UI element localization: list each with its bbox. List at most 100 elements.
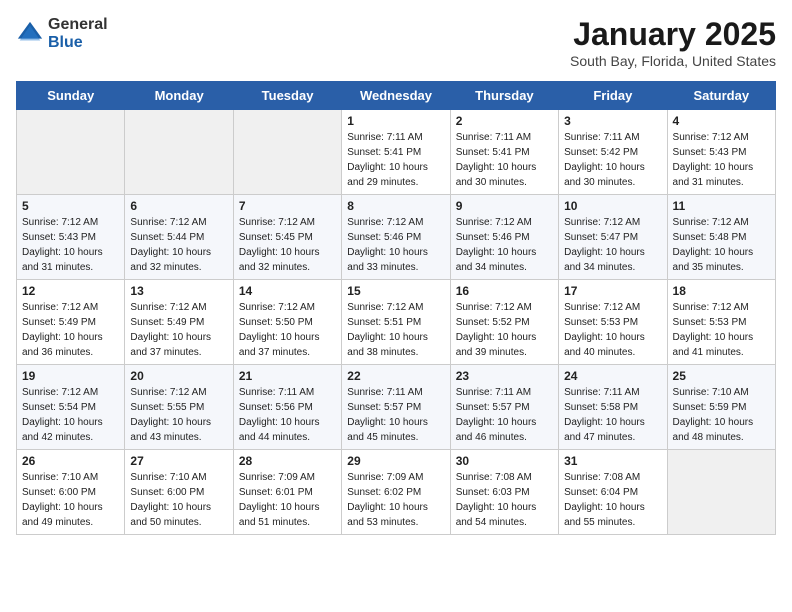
calendar-cell: 5 Sunrise: 7:12 AMSunset: 5:43 PMDaylight… (17, 195, 125, 280)
calendar-cell: 26 Sunrise: 7:10 AMSunset: 6:00 PMDayligh… (17, 450, 125, 535)
calendar-subtitle: South Bay, Florida, United States (570, 53, 776, 69)
day-info: Sunrise: 7:09 AMSunset: 6:01 PMDaylight:… (239, 470, 336, 530)
day-info: Sunrise: 7:11 AMSunset: 5:58 PMDaylight:… (564, 385, 661, 445)
day-info: Sunrise: 7:11 AMSunset: 5:42 PMDaylight:… (564, 130, 661, 190)
day-info: Sunrise: 7:12 AMSunset: 5:54 PMDaylight:… (22, 385, 119, 445)
day-info: Sunrise: 7:10 AMSunset: 6:00 PMDaylight:… (22, 470, 119, 530)
day-info: Sunrise: 7:12 AMSunset: 5:49 PMDaylight:… (22, 300, 119, 360)
day-number: 1 (347, 114, 444, 128)
calendar-cell: 30 Sunrise: 7:08 AMSunset: 6:03 PMDayligh… (450, 450, 558, 535)
day-number: 18 (673, 284, 770, 298)
day-info: Sunrise: 7:10 AMSunset: 5:59 PMDaylight:… (673, 385, 770, 445)
day-number: 7 (239, 199, 336, 213)
day-number: 25 (673, 369, 770, 383)
day-number: 2 (456, 114, 553, 128)
calendar-cell: 11Sunrise: 7:12 AMSunset: 5:48 PMDayligh… (667, 195, 775, 280)
day-info: Sunrise: 7:10 AMSunset: 6:00 PMDaylight:… (130, 470, 227, 530)
weekday-header-saturday: Saturday (667, 82, 775, 110)
calendar-cell: 2 Sunrise: 7:11 AMSunset: 5:41 PMDaylight… (450, 110, 558, 195)
day-number: 19 (22, 369, 119, 383)
day-info: Sunrise: 7:12 AMSunset: 5:47 PMDaylight:… (564, 215, 661, 275)
calendar-cell: 29 Sunrise: 7:09 AMSunset: 6:02 PMDayligh… (342, 450, 450, 535)
title-area: January 2025 South Bay, Florida, United … (570, 16, 776, 69)
calendar-cell: 9 Sunrise: 7:12 AMSunset: 5:46 PMDaylight… (450, 195, 558, 280)
calendar-cell: 23 Sunrise: 7:11 AMSunset: 5:57 PMDayligh… (450, 365, 558, 450)
day-info: Sunrise: 7:11 AMSunset: 5:56 PMDaylight:… (239, 385, 336, 445)
logo-text: General Blue (48, 16, 108, 52)
calendar-cell: 6 Sunrise: 7:12 AMSunset: 5:44 PMDaylight… (125, 195, 233, 280)
calendar-cell (233, 110, 341, 195)
day-info: Sunrise: 7:12 AMSunset: 5:50 PMDaylight:… (239, 300, 336, 360)
day-number: 26 (22, 454, 119, 468)
day-number: 22 (347, 369, 444, 383)
calendar-cell: 25 Sunrise: 7:10 AMSunset: 5:59 PMDayligh… (667, 365, 775, 450)
day-info: Sunrise: 7:11 AMSunset: 5:57 PMDaylight:… (347, 385, 444, 445)
calendar-cell: 4Sunrise: 7:12 AMSunset: 5:43 PMDaylight… (667, 110, 775, 195)
day-number: 28 (239, 454, 336, 468)
weekday-header-wednesday: Wednesday (342, 82, 450, 110)
logo-icon (16, 20, 44, 48)
calendar-cell (125, 110, 233, 195)
day-info: Sunrise: 7:12 AMSunset: 5:46 PMDaylight:… (456, 215, 553, 275)
day-number: 23 (456, 369, 553, 383)
week-row-3: 12 Sunrise: 7:12 AMSunset: 5:49 PMDayligh… (17, 280, 776, 365)
day-number: 27 (130, 454, 227, 468)
calendar-cell: 16 Sunrise: 7:12 AMSunset: 5:52 PMDayligh… (450, 280, 558, 365)
day-info: Sunrise: 7:12 AMSunset: 5:44 PMDaylight:… (130, 215, 227, 275)
calendar-cell: 31Sunrise: 7:08 AMSunset: 6:04 PMDayligh… (559, 450, 667, 535)
week-row-2: 5 Sunrise: 7:12 AMSunset: 5:43 PMDaylight… (17, 195, 776, 280)
day-number: 6 (130, 199, 227, 213)
day-number: 21 (239, 369, 336, 383)
calendar-title: January 2025 (570, 16, 776, 53)
calendar-cell: 17Sunrise: 7:12 AMSunset: 5:53 PMDayligh… (559, 280, 667, 365)
calendar-cell: 3 Sunrise: 7:11 AMSunset: 5:42 PMDaylight… (559, 110, 667, 195)
day-info: Sunrise: 7:12 AMSunset: 5:43 PMDaylight:… (22, 215, 119, 275)
day-number: 17 (564, 284, 661, 298)
calendar-cell: 8Sunrise: 7:12 AMSunset: 5:46 PMDaylight… (342, 195, 450, 280)
day-info: Sunrise: 7:08 AMSunset: 6:03 PMDaylight:… (456, 470, 553, 530)
week-row-1: 1 Sunrise: 7:11 AMSunset: 5:41 PMDaylight… (17, 110, 776, 195)
weekday-header-tuesday: Tuesday (233, 82, 341, 110)
day-info: Sunrise: 7:12 AMSunset: 5:51 PMDaylight:… (347, 300, 444, 360)
day-number: 14 (239, 284, 336, 298)
day-number: 12 (22, 284, 119, 298)
calendar-cell: 7Sunrise: 7:12 AMSunset: 5:45 PMDaylight… (233, 195, 341, 280)
calendar-cell: 10 Sunrise: 7:12 AMSunset: 5:47 PMDayligh… (559, 195, 667, 280)
weekday-header-row: SundayMondayTuesdayWednesdayThursdayFrid… (17, 82, 776, 110)
calendar-cell: 1 Sunrise: 7:11 AMSunset: 5:41 PMDaylight… (342, 110, 450, 195)
day-info: Sunrise: 7:09 AMSunset: 6:02 PMDaylight:… (347, 470, 444, 530)
day-number: 11 (673, 199, 770, 213)
calendar-cell: 28 Sunrise: 7:09 AMSunset: 6:01 PMDayligh… (233, 450, 341, 535)
day-number: 8 (347, 199, 444, 213)
day-number: 5 (22, 199, 119, 213)
calendar-cell: 22 Sunrise: 7:11 AMSunset: 5:57 PMDayligh… (342, 365, 450, 450)
day-number: 10 (564, 199, 661, 213)
day-number: 3 (564, 114, 661, 128)
calendar-cell (667, 450, 775, 535)
calendar-cell: 27 Sunrise: 7:10 AMSunset: 6:00 PMDayligh… (125, 450, 233, 535)
day-number: 9 (456, 199, 553, 213)
day-number: 15 (347, 284, 444, 298)
calendar-cell: 14 Sunrise: 7:12 AMSunset: 5:50 PMDayligh… (233, 280, 341, 365)
day-info: Sunrise: 7:08 AMSunset: 6:04 PMDaylight:… (564, 470, 661, 530)
day-info: Sunrise: 7:11 AMSunset: 5:41 PMDaylight:… (347, 130, 444, 190)
day-info: Sunrise: 7:12 AMSunset: 5:53 PMDaylight:… (673, 300, 770, 360)
week-row-5: 26 Sunrise: 7:10 AMSunset: 6:00 PMDayligh… (17, 450, 776, 535)
day-info: Sunrise: 7:11 AMSunset: 5:57 PMDaylight:… (456, 385, 553, 445)
day-number: 30 (456, 454, 553, 468)
day-info: Sunrise: 7:12 AMSunset: 5:52 PMDaylight:… (456, 300, 553, 360)
day-number: 16 (456, 284, 553, 298)
day-info: Sunrise: 7:12 AMSunset: 5:55 PMDaylight:… (130, 385, 227, 445)
week-row-4: 19 Sunrise: 7:12 AMSunset: 5:54 PMDayligh… (17, 365, 776, 450)
day-number: 24 (564, 369, 661, 383)
page-header: General Blue January 2025 South Bay, Flo… (16, 16, 776, 69)
calendar-cell: 18 Sunrise: 7:12 AMSunset: 5:53 PMDayligh… (667, 280, 775, 365)
day-info: Sunrise: 7:11 AMSunset: 5:41 PMDaylight:… (456, 130, 553, 190)
calendar-cell: 21 Sunrise: 7:11 AMSunset: 5:56 PMDayligh… (233, 365, 341, 450)
day-number: 29 (347, 454, 444, 468)
calendar-cell: 12 Sunrise: 7:12 AMSunset: 5:49 PMDayligh… (17, 280, 125, 365)
day-info: Sunrise: 7:12 AMSunset: 5:43 PMDaylight:… (673, 130, 770, 190)
weekday-header-sunday: Sunday (17, 82, 125, 110)
calendar-cell: 15 Sunrise: 7:12 AMSunset: 5:51 PMDayligh… (342, 280, 450, 365)
calendar-table: SundayMondayTuesdayWednesdayThursdayFrid… (16, 81, 776, 535)
